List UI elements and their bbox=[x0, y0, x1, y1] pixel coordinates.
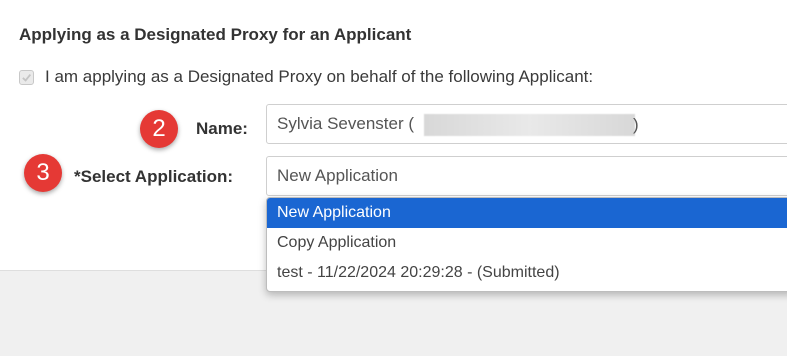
check-icon bbox=[22, 73, 32, 82]
option-test-submitted[interactable]: test - 11/22/2024 20:29:28 - (Submitted) bbox=[267, 258, 787, 288]
select-application-label: *Select Application: bbox=[74, 167, 234, 186]
step-badge-2: 2 bbox=[140, 110, 178, 148]
proxy-checkbox-row: I am applying as a Designated Proxy on b… bbox=[19, 67, 593, 87]
name-label: Name: bbox=[196, 119, 248, 138]
name-field[interactable]: Sylvia Sevenster ( ) bbox=[266, 104, 787, 144]
select-application-dropdown[interactable]: New Application bbox=[266, 156, 787, 196]
redacted-area bbox=[424, 114, 635, 136]
application-options-list: New Application Copy Application test - … bbox=[266, 197, 787, 292]
name-value: Sylvia Sevenster ( bbox=[277, 114, 414, 133]
option-new-application[interactable]: New Application bbox=[267, 198, 787, 228]
section-title: Applying as a Designated Proxy for an Ap… bbox=[19, 25, 412, 44]
option-copy-application[interactable]: Copy Application bbox=[267, 228, 787, 258]
select-application-value: New Application bbox=[277, 166, 398, 185]
step-badge-3: 3 bbox=[24, 154, 62, 192]
name-value-tail: ) bbox=[633, 115, 639, 134]
proxy-checkbox-label: I am applying as a Designated Proxy on b… bbox=[45, 67, 594, 86]
proxy-checkbox[interactable] bbox=[19, 69, 34, 85]
